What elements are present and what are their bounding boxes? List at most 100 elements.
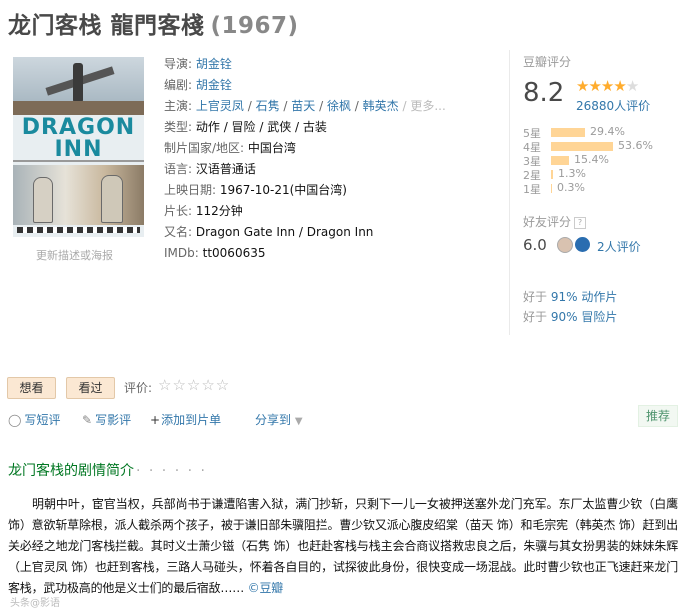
poster-logo-line2: INN xyxy=(54,137,103,162)
poster-actor-left xyxy=(33,177,53,223)
friends-rating-title: 好友评分? xyxy=(523,213,587,230)
genre-value: 动作 / 冒险 / 武侠 / 古装 xyxy=(195,120,327,134)
want-to-watch-button[interactable]: 想看 xyxy=(7,377,56,399)
cast-separator: / xyxy=(315,99,327,113)
compare-percent-link[interactable]: 90% xyxy=(551,310,578,324)
movie-title-text: 龙门客栈 龍門客棧 xyxy=(8,13,205,39)
synopsis-title-text: 龙门客栈的剧情简介 xyxy=(8,463,134,479)
cast-member-link[interactable]: 韩英杰 xyxy=(363,99,399,113)
movie-year: (1967) xyxy=(210,13,299,39)
poster-logo-line1: DRAGON xyxy=(21,115,136,140)
compare-row: 好于 91% 动作片 xyxy=(523,288,617,305)
star-icon: ★ xyxy=(600,77,614,95)
movie-poster[interactable]: DRAGON INN xyxy=(13,57,144,237)
help-icon[interactable]: ? xyxy=(574,216,587,229)
synopsis-body: 明朝中叶，宦官当权，兵部尚书于谦遭陷害入狱，满门抄斩，只剩下一儿一女被押送塞外龙… xyxy=(8,494,678,599)
poster-credits xyxy=(17,227,140,233)
aka-value: Dragon Gate Inn / Dragon Inn xyxy=(195,225,374,239)
cast-member-link[interactable]: 上官灵凤 xyxy=(196,99,244,113)
director-link[interactable]: 胡金铨 xyxy=(196,57,232,71)
rating-score: 8.2 xyxy=(523,78,565,108)
rate-label: 评价: xyxy=(124,381,153,395)
compare-percent-link[interactable]: 91% xyxy=(551,290,578,304)
star-icon: ★ xyxy=(576,77,589,95)
chevron-down-icon: ▼ xyxy=(294,416,303,427)
synopsis-dots: · · · · · · xyxy=(136,463,207,479)
friends-count-link[interactable]: 2人评价 xyxy=(597,238,641,255)
cast-separator: / xyxy=(350,99,363,113)
compare-genre-link[interactable]: 动作片 xyxy=(578,290,617,304)
update-poster-link[interactable]: 更新描述或海报 xyxy=(36,247,113,263)
star-icon: ★ xyxy=(588,77,601,95)
runtime-label: 片长: xyxy=(164,204,193,218)
share-label: 分享到 xyxy=(255,413,292,427)
synopsis-source-link[interactable]: ©豆瓣 xyxy=(248,581,284,595)
watched-button[interactable]: 看过 xyxy=(66,377,115,399)
friends-rating-label: 好友评分 xyxy=(523,215,572,229)
rating-bar xyxy=(551,142,613,151)
info-language: 语言: 汉语普通话 xyxy=(164,159,446,180)
rating-percent: 0.3% xyxy=(557,181,585,194)
info-cast: 主演: 上官灵凤 / 石隽 / 苗天 / 徐枫 / 韩英杰 / 更多... xyxy=(164,96,446,117)
country-value: 中国台湾 xyxy=(247,141,296,155)
cast-member-link[interactable]: 石隽 xyxy=(256,99,280,113)
recommend-button[interactable]: 推荐 xyxy=(638,405,678,427)
movie-info: 导演: 胡金铨 编剧: 胡金铨 主演: 上官灵凤 / 石隽 / 苗天 / 徐枫 … xyxy=(164,54,446,264)
cast-more-link[interactable]: / 更多... xyxy=(399,99,445,113)
rating-percent: 29.4% xyxy=(590,125,625,138)
rating-panel: 豆瓣评分 8.2 ★★★★★ 26880人评价 5星 29.4% 4星 53.6% 3星… xyxy=(509,50,678,335)
rating-star-label: 1星 xyxy=(523,183,541,196)
info-country: 制片国家/地区: 中国台湾 xyxy=(164,138,446,159)
rating-stars: ★★★★★ xyxy=(576,77,639,95)
info-aka: 又名: Dragon Gate Inn / Dragon Inn xyxy=(164,222,446,243)
country-label: 制片国家/地区: xyxy=(164,141,245,155)
poster-ground xyxy=(13,101,144,115)
synopsis-title: 龙门客栈的剧情简介 · · · · · · xyxy=(8,460,207,480)
write-review-link[interactable]: ✎ 写影评 xyxy=(82,411,131,428)
release-label: 上映日期: xyxy=(164,183,217,197)
release-value: 1967-10-21(中国台湾) xyxy=(219,183,347,197)
rating-percent: 53.6% xyxy=(618,139,653,152)
poster-divider xyxy=(13,160,144,162)
write-review-label: 写影评 xyxy=(95,413,132,427)
compare-genre-link[interactable]: 冒险片 xyxy=(578,310,617,324)
friend-avatar[interactable] xyxy=(557,237,573,253)
rating-count-link[interactable]: 26880人评价 xyxy=(576,97,650,114)
cast-separator: / xyxy=(243,99,256,113)
rating-percent: 15.4% xyxy=(574,153,609,166)
rate-stars-input[interactable]: ☆☆☆☆☆ xyxy=(158,376,230,394)
compare-prefix: 好于 xyxy=(523,310,551,324)
info-writer: 编剧: 胡金铨 xyxy=(164,75,446,96)
writer-label: 编剧: xyxy=(164,78,193,92)
cast-member-link[interactable]: 徐枫 xyxy=(327,99,351,113)
rating-bar xyxy=(551,156,569,165)
friend-avatar[interactable] xyxy=(575,237,590,252)
star-icon: ★ xyxy=(625,77,639,95)
info-release: 上映日期: 1967-10-21(中国台湾) xyxy=(164,180,446,201)
compare-row: 好于 90% 冒险片 xyxy=(523,308,617,325)
imdb-label: IMDb: xyxy=(164,246,199,260)
language-value: 汉语普通话 xyxy=(195,162,256,176)
rating-title: 豆瓣评分 xyxy=(523,55,572,69)
cast-separator: / xyxy=(279,99,292,113)
write-short-review-link[interactable]: ◯ 写短评 xyxy=(8,411,60,428)
cast-label: 主演: xyxy=(164,99,193,113)
rating-bar xyxy=(551,170,553,179)
pencil-icon: ✎ xyxy=(82,413,93,427)
star-icon: ★ xyxy=(613,77,626,95)
share-dropdown[interactable]: 分享到 ▼ xyxy=(255,411,303,428)
cast-member-link[interactable]: 苗天 xyxy=(291,99,315,113)
poster-actor-right xyxy=(101,175,123,223)
poster-figure xyxy=(73,63,83,103)
rating-percent: 1.3% xyxy=(558,167,586,180)
info-director: 导演: 胡金铨 xyxy=(164,54,446,75)
add-to-list-link[interactable]: +添加到片单 xyxy=(150,411,221,428)
writer-link[interactable]: 胡金铨 xyxy=(196,78,232,92)
add-to-list-label: 添加到片单 xyxy=(161,413,222,427)
info-imdb: IMDb: tt0060635 xyxy=(164,243,446,264)
rating-bar xyxy=(551,128,585,137)
imdb-value: tt0060635 xyxy=(202,246,266,260)
cast-list: 上官灵凤 / 石隽 / 苗天 / 徐枫 / 韩英杰 xyxy=(196,99,399,113)
movie-title: 龙门客栈 龍門客棧 (1967) xyxy=(8,6,299,40)
watermark: 头条@影语 xyxy=(10,598,60,609)
